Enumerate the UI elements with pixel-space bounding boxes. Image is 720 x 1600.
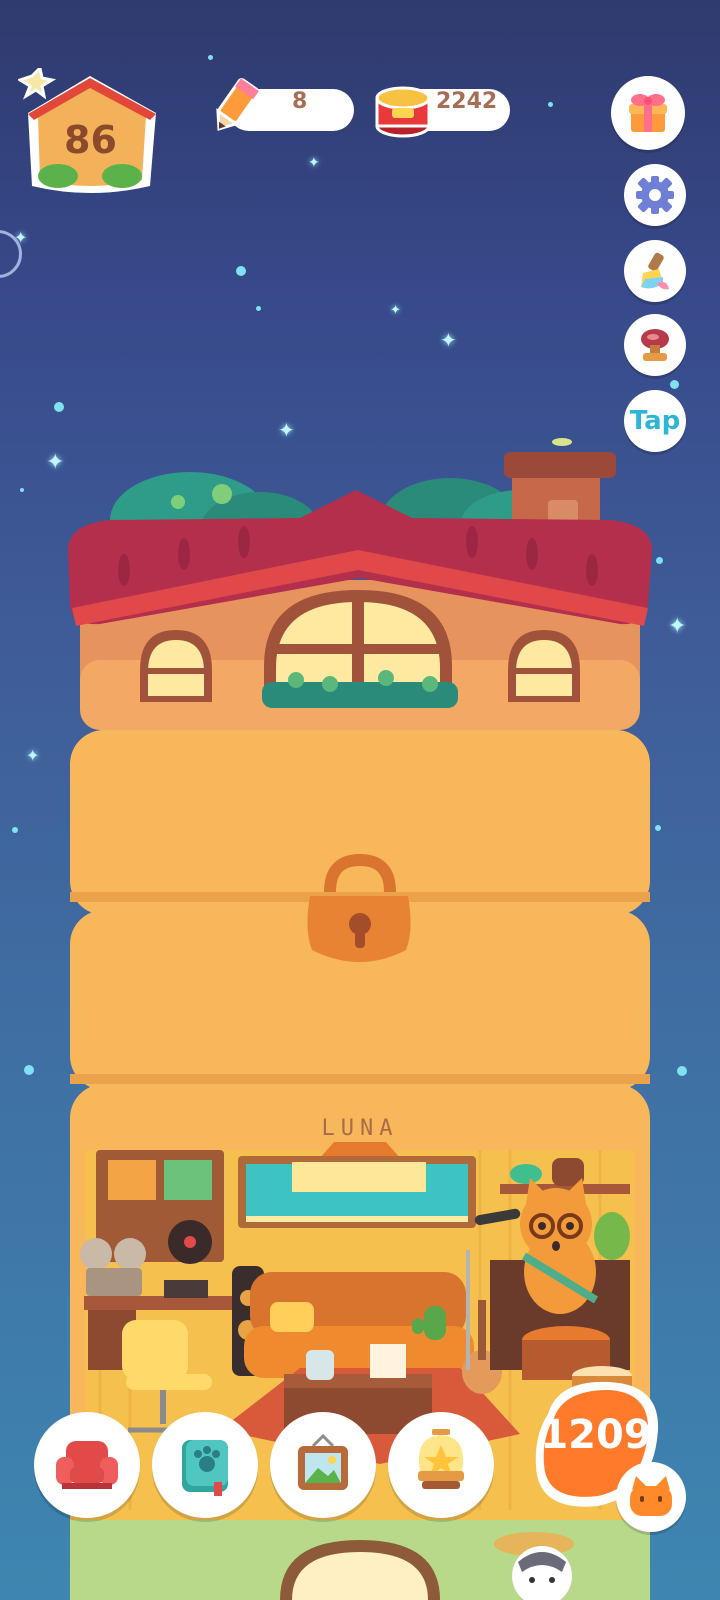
photo-album-button[interactable]: [270, 1412, 376, 1518]
peeking-cat: [494, 1532, 574, 1600]
home-level-number: 86: [64, 118, 117, 162]
paint-brush-icon: [641, 252, 669, 290]
stamp-button[interactable]: [624, 314, 686, 376]
stamp-icon: [641, 329, 669, 361]
can-count: 2242: [436, 89, 498, 114]
settings-button[interactable]: [624, 164, 686, 226]
cat-book-button[interactable]: [152, 1412, 258, 1518]
gift-button[interactable]: [611, 76, 685, 150]
star-icon: ✦: [390, 303, 401, 318]
furniture-button[interactable]: [34, 1412, 140, 1518]
counter-value: 1209: [540, 1412, 652, 1458]
star-icon: ✦: [308, 155, 320, 171]
cat-profile-button[interactable]: [616, 1462, 686, 1532]
gear-icon: [636, 176, 674, 214]
cat-book-icon: [182, 1440, 228, 1496]
trophy-lamp-icon: [418, 1429, 464, 1489]
pencil-icon: [216, 78, 260, 131]
furniture-chair-icon: [56, 1441, 118, 1489]
gift-icon: [629, 94, 667, 132]
room-name-label: LUNA: [321, 1116, 399, 1141]
picture-frame-icon: [298, 1433, 348, 1490]
cat-face-icon: [630, 1476, 672, 1516]
paint-button[interactable]: [624, 240, 686, 302]
home-level-badge[interactable]: 86: [16, 64, 163, 198]
tuna-can-icon: [375, 86, 431, 138]
star-icon: ✦: [440, 328, 457, 352]
trophy-button[interactable]: [388, 1412, 494, 1518]
pencil-count: 8: [292, 89, 308, 114]
